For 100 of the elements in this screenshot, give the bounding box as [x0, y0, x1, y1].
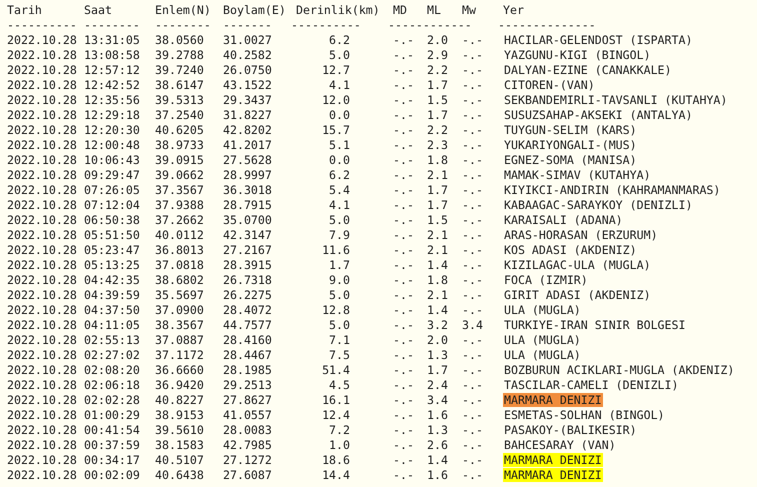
table-cell: 2.1 [427, 243, 448, 257]
table-cell: 2.4 [427, 378, 448, 392]
table-cell: -.- [462, 78, 483, 92]
table-cell: -.- [462, 453, 483, 467]
table-cell: 13:31:05 [84, 33, 140, 47]
table-cell: 5.4 [329, 183, 350, 197]
table-cell: 02:02:28 [84, 393, 140, 407]
table-cell: 38.1583 [155, 438, 204, 452]
table-cell: 2.2 [427, 123, 448, 137]
column-header: Mw [462, 3, 477, 18]
table-cell: 6.2 [329, 168, 350, 182]
table-cell: 2022.10.28 [7, 333, 77, 347]
table-cell: 07:12:04 [84, 198, 140, 212]
table-cell: KIZILAGAC-ULA (MUGLA) [503, 258, 652, 272]
table-cell: -.- [393, 393, 414, 407]
table-cell: 2.0 [427, 33, 448, 47]
table-cell: 42.3147 [223, 228, 272, 242]
table-cell: 40.6438 [155, 468, 204, 482]
table-cell: -.- [393, 33, 414, 47]
table-cell: 3.2 [427, 318, 448, 332]
header-rule: -------- [84, 18, 140, 32]
table-cell: 12.7 [322, 63, 350, 77]
table-cell: 2022.10.28 [7, 348, 77, 362]
table-cell: -.- [462, 63, 483, 77]
table-cell: 9.0 [329, 273, 350, 287]
table-cell: SUSUZSAHAP-AKSEKI (ANTALYA) [503, 108, 694, 122]
table-cell: -.- [462, 468, 483, 482]
header-rule: ---------- [291, 18, 361, 32]
table-cell: 40.8227 [155, 393, 204, 407]
table-cell: 2.2 [427, 63, 448, 77]
column-header: Saat [84, 3, 113, 18]
table-cell: 15.7 [322, 123, 350, 137]
table-cell: 2.6 [427, 438, 448, 452]
table-cell: -.- [393, 378, 414, 392]
table-cell: 2022.10.28 [7, 93, 77, 107]
table-cell: KOS ADASI (AKDENIZ) [503, 243, 638, 257]
table-cell: -.- [393, 243, 414, 257]
table-cell: 2022.10.28 [7, 408, 77, 422]
table-cell: 27.5628 [223, 153, 272, 167]
header-rule: ------------ [388, 18, 472, 32]
table-cell: TURKIYE-IRAN SINIR BOLGESI [503, 318, 686, 332]
table-cell: 00:34:17 [84, 453, 140, 467]
table-cell: 4.5 [329, 378, 350, 392]
table-cell: YAZGUNU-KIGI (BINGOL) [503, 48, 652, 62]
table-cell: 44.7577 [223, 318, 272, 332]
table-cell: -.- [393, 123, 414, 137]
table-cell: 5.0 [329, 213, 350, 227]
table-cell: 31.8227 [223, 108, 272, 122]
table-cell: 4.1 [329, 198, 350, 212]
table-cell: 27.6087 [223, 468, 272, 482]
table-cell: 6.2 [329, 33, 350, 47]
table-cell: 12:29:18 [84, 108, 140, 122]
table-cell: 37.9388 [155, 198, 204, 212]
table-cell: -.- [462, 93, 483, 107]
table-cell: 06:50:38 [84, 213, 140, 227]
table-cell: 00:37:59 [84, 438, 140, 452]
table-cell: 5.0 [329, 318, 350, 332]
table-cell: 35.5697 [155, 288, 204, 302]
table-cell: -.- [462, 273, 483, 287]
table-cell: 02:27:02 [84, 348, 140, 362]
table-cell: -.- [393, 363, 414, 377]
table-cell: 10:06:43 [84, 153, 140, 167]
table-cell: 2022.10.28 [7, 213, 77, 227]
table-cell: BAHCESARAY (VAN) [503, 438, 617, 452]
table-cell: 2022.10.28 [7, 318, 77, 332]
table-cell: 1.7 [427, 198, 448, 212]
table-cell: 2022.10.28 [7, 378, 77, 392]
table-cell: -.- [462, 213, 483, 227]
table-cell: 39.5313 [155, 93, 204, 107]
table-cell: KARAISALI (ADANA) [503, 213, 624, 227]
table-cell: -.- [393, 333, 414, 347]
table-cell: -.- [462, 33, 483, 47]
table-cell: -.- [393, 453, 414, 467]
table-cell: 39.7240 [155, 63, 204, 77]
table-cell: 1.7 [329, 258, 350, 272]
table-cell: -.- [462, 48, 483, 62]
table-cell: 38.0560 [155, 33, 204, 47]
table-cell: 40.2582 [223, 48, 272, 62]
table-cell: EGNEZ-SOMA (MANISA) [503, 153, 638, 167]
table-cell: 05:51:50 [84, 228, 140, 242]
table-cell: -.- [462, 183, 483, 197]
table-cell: -.- [462, 378, 483, 392]
table-cell: 12:35:56 [84, 93, 140, 107]
table-cell: -.- [393, 153, 414, 167]
table-cell: -.- [462, 258, 483, 272]
table-cell: 04:11:05 [84, 318, 140, 332]
table-cell: -.- [393, 168, 414, 182]
table-cell: -.- [393, 108, 414, 122]
table-cell: 02:06:18 [84, 378, 140, 392]
table-cell: 0.0 [329, 108, 350, 122]
table-cell: 2022.10.28 [7, 423, 77, 437]
table-cell: -.- [393, 63, 414, 77]
table-cell: 37.0887 [155, 333, 204, 347]
table-cell: -.- [462, 138, 483, 152]
table-cell: 37.0900 [155, 303, 204, 317]
table-cell: ULA (MUGLA) [503, 348, 582, 362]
table-cell: PASAKOY-(BALIKESIR) [503, 423, 638, 437]
table-cell: 05:23:47 [84, 243, 140, 257]
table-cell: 39.5610 [155, 423, 204, 437]
table-cell: KABAAGAC-SARAYKOY (DENIZLI) [503, 198, 694, 212]
